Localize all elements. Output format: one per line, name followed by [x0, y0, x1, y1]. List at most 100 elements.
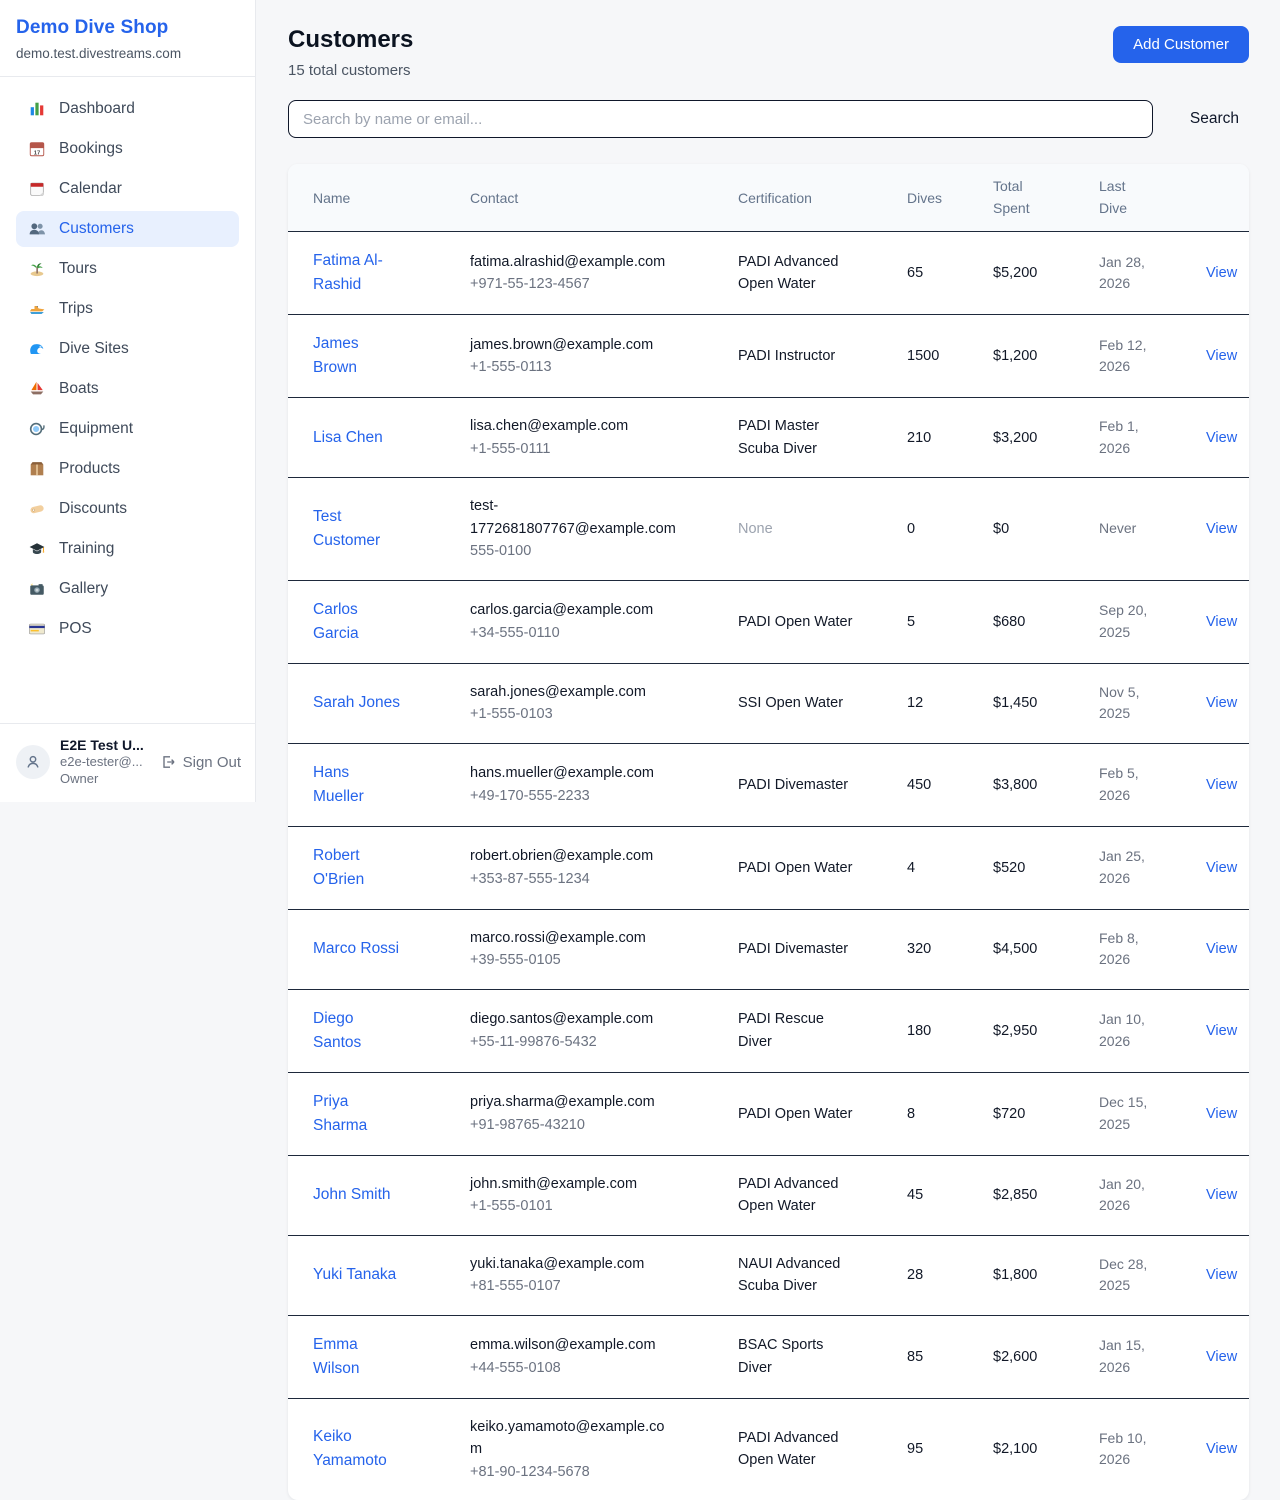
view-customer-link[interactable]: View — [1206, 265, 1237, 281]
view-customer-link[interactable]: View — [1206, 1023, 1237, 1039]
customer-name-link[interactable]: Carlos Garcia — [313, 598, 401, 646]
sidebar-item-customers[interactable]: Customers — [16, 211, 239, 247]
customer-email: keiko.yamamoto@example.com — [470, 1416, 676, 1461]
customer-certification: PADI Advanced Open Water — [738, 1427, 860, 1472]
customer-name-link[interactable]: Lisa Chen — [313, 426, 383, 450]
view-customer-link[interactable]: View — [1206, 695, 1237, 711]
customer-last-dive: Feb 10, 2026 — [1099, 1428, 1163, 1471]
customer-last-dive: Dec 28, 2025 — [1099, 1254, 1163, 1297]
customer-phone: +1-555-0101 — [470, 1195, 714, 1217]
customer-email: robert.obrien@example.com — [470, 845, 676, 867]
sidebar-item-boats[interactable]: Boats — [16, 371, 239, 407]
customer-name-link[interactable]: Robert O'Brien — [313, 844, 401, 892]
view-customer-link[interactable]: View — [1206, 348, 1237, 364]
column-header-certification: Certification — [726, 164, 895, 232]
customer-phone: +1-555-0113 — [470, 356, 714, 378]
customer-certification: PADI Divemaster — [738, 938, 848, 960]
view-customer-link[interactable]: View — [1206, 521, 1237, 537]
sidebar-nav: Dashboard 17 Bookings Calendar Customers… — [0, 77, 255, 723]
customer-total-spent: $0 — [993, 521, 1009, 537]
sidebar-item-bookings[interactable]: 17 Bookings — [16, 131, 239, 167]
customer-certification: PADI Divemaster — [738, 774, 848, 796]
customer-phone: +81-90-1234-5678 — [470, 1461, 714, 1483]
sidebar-item-pos[interactable]: POS — [16, 611, 239, 647]
table-row: Carlos Garcia carlos.garcia@example.com … — [288, 580, 1249, 663]
sign-out-button[interactable]: Sign Out — [160, 754, 241, 771]
desert-island-icon — [28, 260, 46, 278]
bookings-calendar-icon: 17 — [28, 140, 46, 158]
people-icon — [28, 220, 46, 238]
search-input[interactable] — [288, 100, 1153, 138]
customer-email: james.brown@example.com — [470, 334, 676, 356]
sidebar-item-training[interactable]: Training — [16, 531, 239, 567]
sidebar-item-dive-sites[interactable]: Dive Sites — [16, 331, 239, 367]
view-customer-link[interactable]: View — [1206, 430, 1237, 446]
customer-email: fatima.alrashid@example.com — [470, 251, 676, 273]
customer-name-link[interactable]: Yuki Tanaka — [313, 1263, 396, 1287]
credit-card-icon — [28, 620, 46, 638]
view-customer-link[interactable]: View — [1206, 1267, 1237, 1283]
customer-total-spent: $2,850 — [993, 1187, 1037, 1203]
customer-phone: +39-555-0105 — [470, 949, 714, 971]
customer-name-link[interactable]: Marco Rossi — [313, 937, 399, 961]
sidebar-item-equipment[interactable]: Equipment — [16, 411, 239, 447]
sidebar-item-discounts[interactable]: Discounts — [16, 491, 239, 527]
customer-dives: 180 — [907, 1023, 931, 1039]
customer-name-link[interactable]: John Smith — [313, 1183, 391, 1207]
table-header: NameContactCertificationDivesTotal Spent… — [288, 164, 1249, 232]
package-icon — [28, 460, 46, 478]
diving-mask-icon — [28, 420, 46, 438]
sidebar-item-tours[interactable]: Tours — [16, 251, 239, 287]
customer-certification: PADI Open Water — [738, 857, 852, 879]
customer-certification: PADI Master Scuba Diver — [738, 415, 860, 460]
add-customer-button[interactable]: Add Customer — [1113, 26, 1249, 63]
customer-phone: 555-0100 — [470, 540, 714, 562]
customer-total-spent: $1,450 — [993, 695, 1037, 711]
customer-email: yuki.tanaka@example.com — [470, 1253, 676, 1275]
customer-last-dive: Jan 28, 2026 — [1099, 252, 1163, 295]
view-customer-link[interactable]: View — [1206, 1441, 1237, 1457]
customer-total-spent: $1,800 — [993, 1267, 1037, 1283]
customer-total-spent: $520 — [993, 860, 1025, 876]
customer-name-link[interactable]: Priya Sharma — [313, 1090, 401, 1138]
customer-certification: SSI Open Water — [738, 692, 843, 714]
customer-email: diego.santos@example.com — [470, 1008, 676, 1030]
view-customer-link[interactable]: View — [1206, 777, 1237, 793]
svg-text:17: 17 — [34, 150, 41, 156]
sidebar-item-trips[interactable]: Trips — [16, 291, 239, 327]
customer-name-link[interactable]: Fatima Al-Rashid — [313, 249, 401, 297]
customer-total-spent: $3,800 — [993, 777, 1037, 793]
customer-phone: +81-555-0107 — [470, 1275, 714, 1297]
wave-icon — [28, 340, 46, 358]
view-customer-link[interactable]: View — [1206, 1349, 1237, 1365]
table-row: Emma Wilson emma.wilson@example.com +44-… — [288, 1315, 1249, 1398]
customer-name-link[interactable]: Keiko Yamamoto — [313, 1425, 401, 1473]
table-row: Test Customer test-1772681807767@example… — [288, 478, 1249, 580]
view-customer-link[interactable]: View — [1206, 941, 1237, 957]
shop-name: Demo Dive Shop — [16, 17, 239, 39]
view-customer-link[interactable]: View — [1206, 1187, 1237, 1203]
main-content: Customers 15 total customers Add Custome… — [256, 0, 1280, 1500]
sidebar-item-products[interactable]: Products — [16, 451, 239, 487]
view-customer-link[interactable]: View — [1206, 860, 1237, 876]
customer-name-link[interactable]: Test Customer — [313, 505, 401, 553]
customer-name-link[interactable]: James Brown — [313, 332, 401, 380]
customer-name-link[interactable]: Diego Santos — [313, 1007, 401, 1055]
sidebar-item-label: Equipment — [59, 420, 133, 438]
sidebar-item-dashboard[interactable]: Dashboard — [16, 91, 239, 127]
customer-phone: +34-555-0110 — [470, 622, 714, 644]
view-customer-link[interactable]: View — [1206, 1106, 1237, 1122]
sidebar-item-label: Tours — [59, 260, 97, 278]
camera-icon — [28, 580, 46, 598]
sidebar-item-calendar[interactable]: Calendar — [16, 171, 239, 207]
sidebar-item-gallery[interactable]: Gallery — [16, 571, 239, 607]
customer-name-link[interactable]: Sarah Jones — [313, 691, 400, 715]
customer-name-link[interactable]: Emma Wilson — [313, 1333, 401, 1381]
customer-name-link[interactable]: Hans Mueller — [313, 761, 401, 809]
page-header: Customers 15 total customers Add Custome… — [288, 26, 1249, 79]
customer-dives: 95 — [907, 1441, 923, 1457]
column-header-last-dive: Last Dive — [1087, 164, 1194, 232]
customer-phone: +91-98765-43210 — [470, 1114, 714, 1136]
search-button[interactable]: Search — [1180, 104, 1249, 134]
view-customer-link[interactable]: View — [1206, 614, 1237, 630]
